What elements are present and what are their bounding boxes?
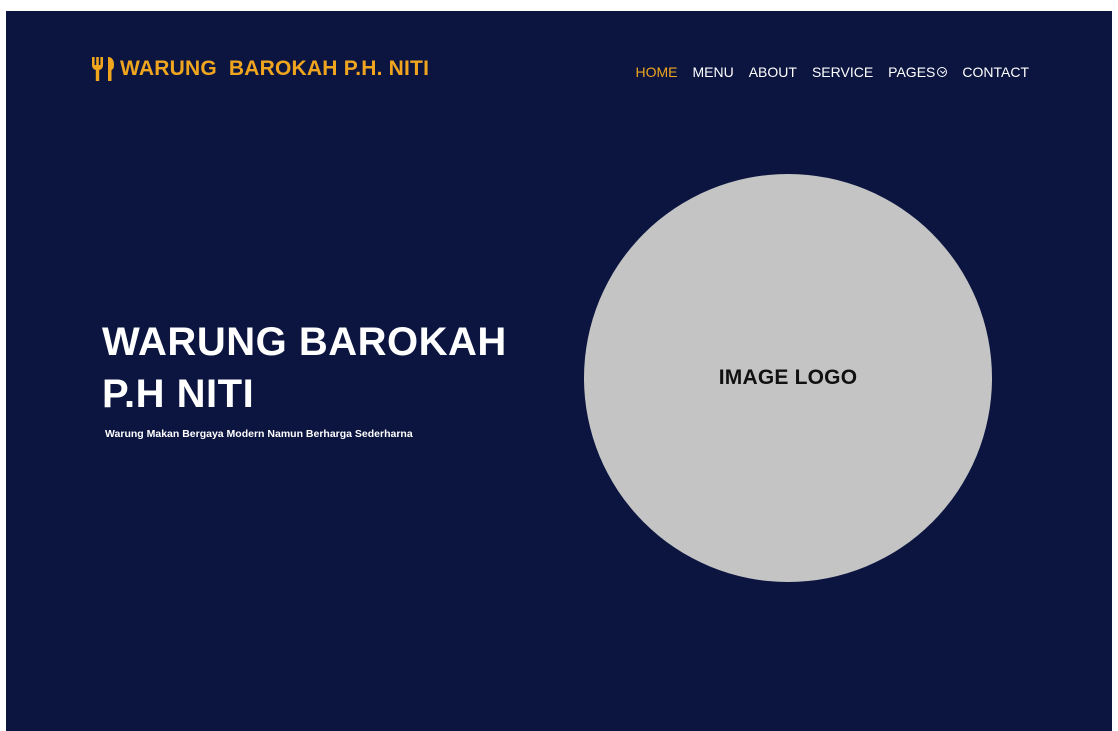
nav-pages-label: PAGES [888, 64, 936, 80]
nav-contact-label: CONTACT [962, 64, 1029, 80]
brand-name: WARUNG BAROKAH P.H. NITI [120, 57, 430, 80]
hero-title-line-2: P.H NITI [102, 372, 255, 416]
main-nav: HOME MENU ABOUT SERVICE PAGES CONTACT [635, 64, 1029, 80]
nav-menu[interactable]: MENU [692, 64, 733, 80]
nav-home-label: HOME [635, 64, 678, 80]
nav-home[interactable]: HOME [635, 64, 677, 80]
hero-title-line-1: WARUNG BAROKAH [102, 320, 507, 364]
nav-contact[interactable]: CONTACT [962, 64, 1029, 80]
nav-service[interactable]: SERVICE [812, 64, 873, 80]
fork-spoon-icon [92, 57, 114, 81]
brand-logo-link[interactable]: WARUNG BAROKAH P.H. NITI [90, 55, 429, 83]
nav-about-label: ABOUT [748, 64, 797, 80]
logo-image-placeholder: IMAGE LOGO [584, 174, 992, 582]
logo-placeholder-label: IMAGE LOGO [718, 366, 858, 389]
nav-about[interactable]: ABOUT [749, 64, 797, 80]
chevron-down-icon [937, 67, 948, 77]
hero-subtitle: Warung Makan Bergaya Modern Namun Berhar… [105, 428, 413, 440]
nav-service-label: SERVICE [811, 64, 874, 80]
hero-title: WARUNG BAROKAH P.H NITI [102, 316, 507, 420]
nav-pages-dropdown[interactable]: PAGES [888, 64, 948, 80]
nav-menu-label: MENU [692, 64, 734, 80]
page-frame: WARUNG BAROKAH P.H. NITI HOME MENU ABOUT… [6, 11, 1112, 731]
